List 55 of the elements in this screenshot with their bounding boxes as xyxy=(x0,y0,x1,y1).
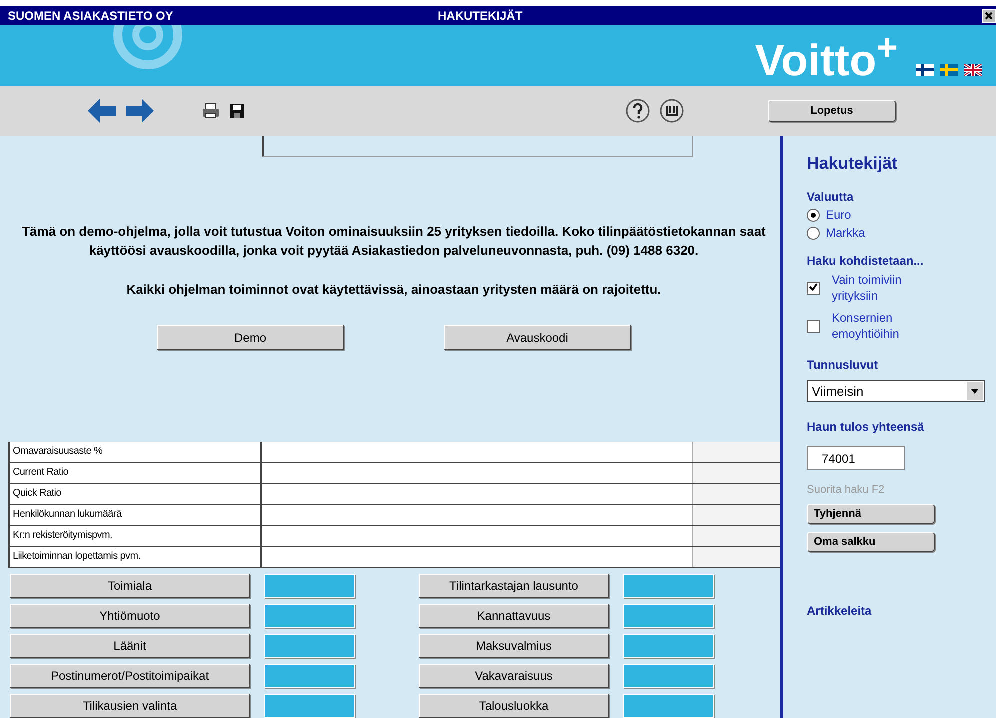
row-label[interactable]: Omavaraisuusaste % xyxy=(10,442,262,462)
checkbox[interactable] xyxy=(807,282,820,295)
finnish-flag-icon[interactable] xyxy=(916,64,934,76)
checkbox[interactable] xyxy=(807,320,820,333)
row-label[interactable]: Liiketoiminnan lopettamis pvm. xyxy=(10,547,262,568)
criterion-button[interactable]: Vakavaraisuus xyxy=(419,664,609,688)
printer-icon[interactable] xyxy=(202,102,220,119)
criterion-button[interactable]: Postinumerot/Postitoimipaikat xyxy=(10,664,250,688)
section-heading: Artikkeleita xyxy=(807,604,872,618)
action-button[interactable]: Tyhjennä xyxy=(807,504,935,524)
ratios-dropdown[interactable]: Viimeisin xyxy=(807,380,985,402)
row-label[interactable]: Kr:n rekisteröitymispvm. xyxy=(10,526,262,546)
row-label[interactable]: Quick Ratio xyxy=(10,484,262,504)
criterion-button[interactable]: Talousluokka xyxy=(419,694,609,718)
section-heading: Haun tulos yhteensä xyxy=(807,420,924,434)
checkmark-icon xyxy=(809,282,818,292)
criterion-button[interactable]: Yhtiömuoto xyxy=(10,604,250,628)
criterion-button[interactable]: Toimiala xyxy=(10,574,250,598)
help-icon[interactable] xyxy=(626,98,650,123)
british-flag-icon[interactable] xyxy=(964,64,982,76)
section-heading: Valuutta xyxy=(807,190,854,204)
radio-label: Markka xyxy=(826,226,866,240)
info-paragraph: Tämä on demo-ohjelma, jolla voit tutustua Voiton ominaisuuksiin 25 yrityksen tiedoilla. Koko tilinpäätöstietokannan saat käyttöösi avauskoodilla, jonka voit pyytää Asiakastiedon palveluneuvonnasta, puh. (09) 1488 6320. xyxy=(21,223,767,260)
book-icon[interactable] xyxy=(660,98,684,123)
mode-button[interactable]: Demo xyxy=(157,325,344,350)
radio-label: Euro xyxy=(826,208,852,222)
hint-text: Suorita haku F2 xyxy=(807,484,885,496)
mode-button[interactable]: Avauskoodi xyxy=(444,325,631,350)
dropdown-arrow-icon xyxy=(971,388,979,394)
action-button[interactable]: Oma salkku xyxy=(807,532,935,552)
criterion-button[interactable]: Tilintarkastajan lausunto xyxy=(419,574,609,598)
radio-button[interactable] xyxy=(807,226,820,240)
criterion-button[interactable]: Maksuvalmius xyxy=(419,634,609,658)
criterion-button[interactable]: Tilikausien valinta xyxy=(10,694,250,718)
criterion-button[interactable]: Läänit xyxy=(10,634,250,658)
close-icon[interactable] xyxy=(982,8,996,23)
save-icon[interactable] xyxy=(230,104,244,118)
app-title: SUOMEN ASIAKASTIETO OY xyxy=(8,8,174,23)
radio-button[interactable] xyxy=(807,208,820,222)
checkbox-label: Konsernien emoyhtiöihin xyxy=(832,310,900,342)
row-label[interactable]: Henkilökunnan lukumäärä xyxy=(10,505,262,526)
criterion-button[interactable]: Kannattavuus xyxy=(419,604,609,628)
back-arrow-icon[interactable] xyxy=(88,98,116,123)
row-label[interactable]: Current Ratio xyxy=(10,463,262,484)
section-heading: Haku kohdistetaan... xyxy=(807,254,924,268)
logo-text: Voitto$^{+}$ xyxy=(755,26,898,84)
window-title: HAKUTEKIJÄT xyxy=(438,8,524,23)
swedish-flag-icon[interactable] xyxy=(940,64,958,76)
result-field: 74001 xyxy=(807,446,905,470)
info-paragraph: Kaikki ohjelman toiminnot ovat käytettävissä, ainoastaan yritysten määrä on rajoitettu. xyxy=(126,281,662,300)
panel-title: Hakutekijät xyxy=(807,154,898,174)
exit-button[interactable]: Lopetus xyxy=(768,100,896,122)
forward-arrow-icon[interactable] xyxy=(126,98,154,123)
section-heading: Tunnusluvut xyxy=(807,358,878,372)
checkbox-label: Vain toimiviin yrityksiin xyxy=(832,272,903,304)
